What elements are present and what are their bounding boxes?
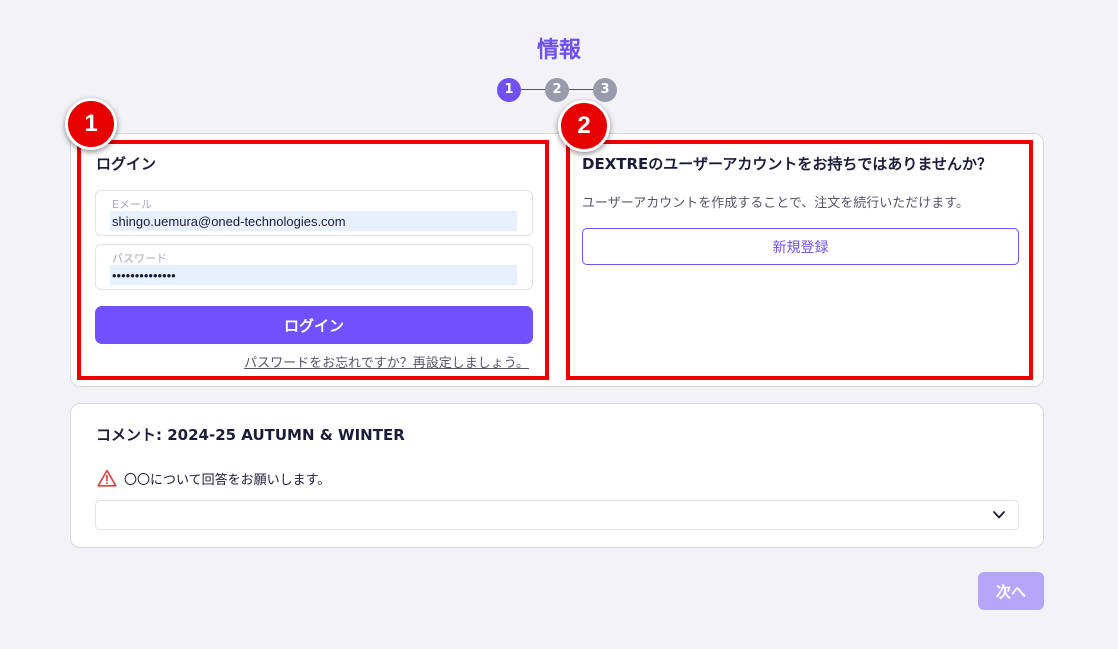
step-connector <box>519 89 547 90</box>
page-title: 情報 <box>536 38 581 63</box>
comment-heading: コメント: 2024-25 AUTUMN & WINTER <box>96 426 405 444</box>
annotation-marker-1: 1 <box>65 98 117 150</box>
page: 情報 1 2 3 ログイン Eメール パスワード ログイン パスワードをお忘れで… <box>0 0 1118 649</box>
next-button[interactable]: 次へ <box>978 572 1044 610</box>
warning-text: 〇〇について回答をお願いします。 <box>124 473 331 488</box>
step-indicator: 1 2 3 <box>497 78 619 102</box>
step-2: 2 <box>545 78 569 102</box>
step-3: 3 <box>593 78 617 102</box>
step-connector <box>567 89 595 90</box>
annotation-marker-2: 2 <box>558 100 610 152</box>
highlight-box-signup <box>566 140 1033 380</box>
highlight-box-login <box>77 140 549 380</box>
chevron-down-icon <box>993 511 1005 519</box>
warning-icon <box>97 469 117 487</box>
step-1: 1 <box>497 78 521 102</box>
comment-select[interactable] <box>95 500 1019 530</box>
